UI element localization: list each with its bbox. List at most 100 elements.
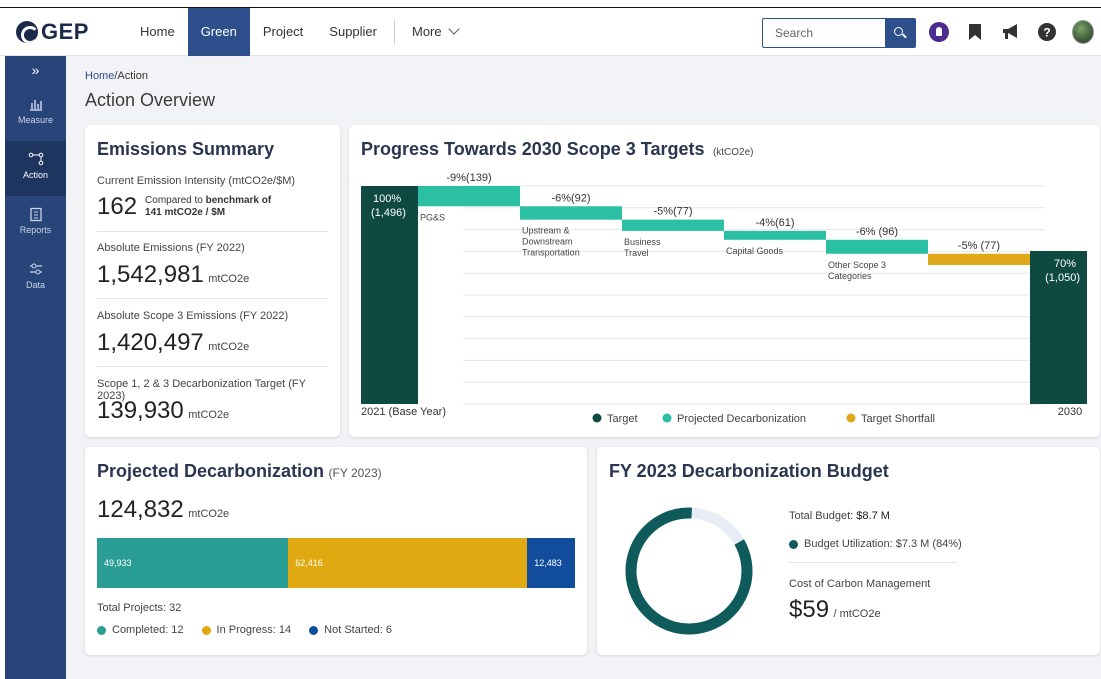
nav-home[interactable]: Home [127,8,188,56]
projected-total-row: 124,832 mtCO2e [97,496,229,524]
bar-step [520,206,622,220]
unit-label: mtCO2e [188,409,230,421]
breadcrumb-home[interactable]: Home [85,70,114,82]
absolute-emissions-row: 1,542,981 mtCO2e [97,261,328,289]
top-bar: GEP Home Green Project Supplier More Sea… [0,7,1101,56]
tick-label: Capital Goods [726,246,784,256]
bar-segment: 12,483 [527,538,575,588]
waterfall-chart: 100% (1,496) -9%(139) PG&S -6%(92) Upstream &… [361,172,1087,425]
nav-supplier[interactable]: Supplier [316,8,390,56]
chevron-down-icon [447,23,460,35]
tick-label: PG&S [420,212,445,222]
absolute-emissions-label: Absolute Emissions (FY 2022) [97,242,245,254]
bar-segment: 49,933 [97,538,289,588]
main-nav: Home Green Project Supplier More [127,8,471,56]
user-avatar[interactable] [1072,20,1094,44]
projected-decarbonization-card: Projected Decarbonization (FY 2023) 124,… [85,447,587,655]
emissions-summary-card: Emissions Summary Current Emission Inten… [85,125,340,437]
budget-utilization: Budget Utilization: $7.3 M (84%) [789,538,962,550]
tick-label: Travel [624,248,649,258]
total-projects: Total Projects: 32 [97,602,182,614]
total-budget: Total Budget: $8.7 M [789,510,890,522]
legend-in-progress: In Progress: 14 [201,624,292,636]
legend-completed: Completed: 12 [97,624,184,636]
tick-label: 2030 [1058,406,1082,418]
sidebar-item-data[interactable]: Data [5,251,66,306]
data-label: (1,496) [371,207,406,219]
card-title: FY 2023 Decarbonization Budget [609,461,889,481]
bar-step [622,219,724,231]
data-label: 100% [373,193,401,205]
benchmark-bold: benchmark of [205,195,272,206]
logo-text: GEP [41,19,89,44]
divider [97,231,328,232]
idea-icon[interactable] [928,21,950,43]
cost-row: $59 / mtCO2e [789,596,881,624]
nav-green[interactable]: Green [187,8,250,56]
budget-utilization-label: Budget Utilization: $7.3 M (84%) [804,538,962,550]
clipboard-icon [29,207,42,222]
sliders-icon [29,263,42,275]
total-budget-label: Total Budget: [789,510,857,522]
data-label: -6% (96) [856,226,898,238]
divider [789,562,957,563]
gep-logo[interactable]: GEP [16,19,89,45]
intensity-value: 162 [97,193,138,220]
legend-label: Completed: 12 [112,624,184,636]
legend-label: Target Shortfall [861,413,935,425]
bookmark-icon[interactable] [964,21,986,43]
sidebar-item-label: Action [22,170,48,180]
legend-label: In Progress: 14 [216,624,292,636]
search-input[interactable]: Search [763,19,885,47]
nav-more-label: More [412,24,442,39]
legend-not-started: Not Started: 6 [309,624,392,636]
search-box[interactable]: Search [762,18,916,48]
stacked-bar: 49,933 62,416 12,483 [97,538,575,588]
tick-label: 2021 (Base Year) [361,406,446,418]
data-label: -6%(92) [551,192,590,204]
legend-dot [662,413,672,423]
card-title: Projected Decarbonization [97,461,325,481]
decarb-target-row: 139,930 mtCO2e [97,397,328,425]
progress-targets-card: Progress Towards 2030 Scope 3 Targets (k… [349,125,1100,437]
breadcrumb-current: /Action [114,70,148,82]
unit-label: mtCO2e [188,508,230,520]
scope3-emissions-value: 1,420,497 [97,329,204,356]
total-budget-value: $8.7 M [856,510,890,522]
sidebar-item-measure[interactable]: Measure [5,86,66,141]
intensity-row: 162 Compared to benchmark of 141 mtCO2e … [97,193,328,221]
budget-donut [625,507,753,635]
data-label: -9%(139) [446,172,491,184]
absolute-emissions-value: 1,542,981 [97,261,204,288]
sidebar-item-reports[interactable]: Reports [5,196,66,251]
benchmark-value: 141 mtCO2e / $M [145,207,226,218]
tick-label: Other Scope 3 [828,260,886,270]
data-label: -5% (77) [958,240,1000,252]
bar-step [418,186,520,207]
help-icon[interactable]: ? [1036,21,1058,43]
tick-label: Categories [828,271,872,281]
scope3-emissions-label: Absolute Scope 3 Emissions (FY 2022) [97,310,289,322]
search-icon[interactable] [885,19,915,47]
tick-label: Upstream & [522,226,570,236]
expand-sidebar-icon[interactable]: » [5,56,66,86]
decarb-target-value: 139,930 [97,397,184,424]
data-label: 70% [1054,258,1076,270]
sidebar-item-action[interactable]: Action [5,141,66,196]
cost-unit: / mtCO2e [833,608,881,620]
header-icons: ? [928,20,1101,44]
nav-divider [394,20,395,44]
nav-more[interactable]: More [399,8,471,56]
nav-project[interactable]: Project [250,8,316,56]
decarbonization-budget-card: FY 2023 Decarbonization Budget Total Bud… [597,447,1100,655]
card-heading: Projected Decarbonization (FY 2023) [97,461,382,482]
main-content: Home/Action Action Overview Emissions Su… [66,56,1101,679]
divider [97,298,328,299]
unit-label: mtCO2e [208,341,250,353]
legend-dot [309,625,319,635]
tick-label: Downstream [522,237,573,247]
megaphone-icon[interactable] [1000,21,1022,43]
data-label: -4%(61) [755,217,794,229]
gep-logo-icon [16,21,38,43]
legend-dot [789,539,798,549]
